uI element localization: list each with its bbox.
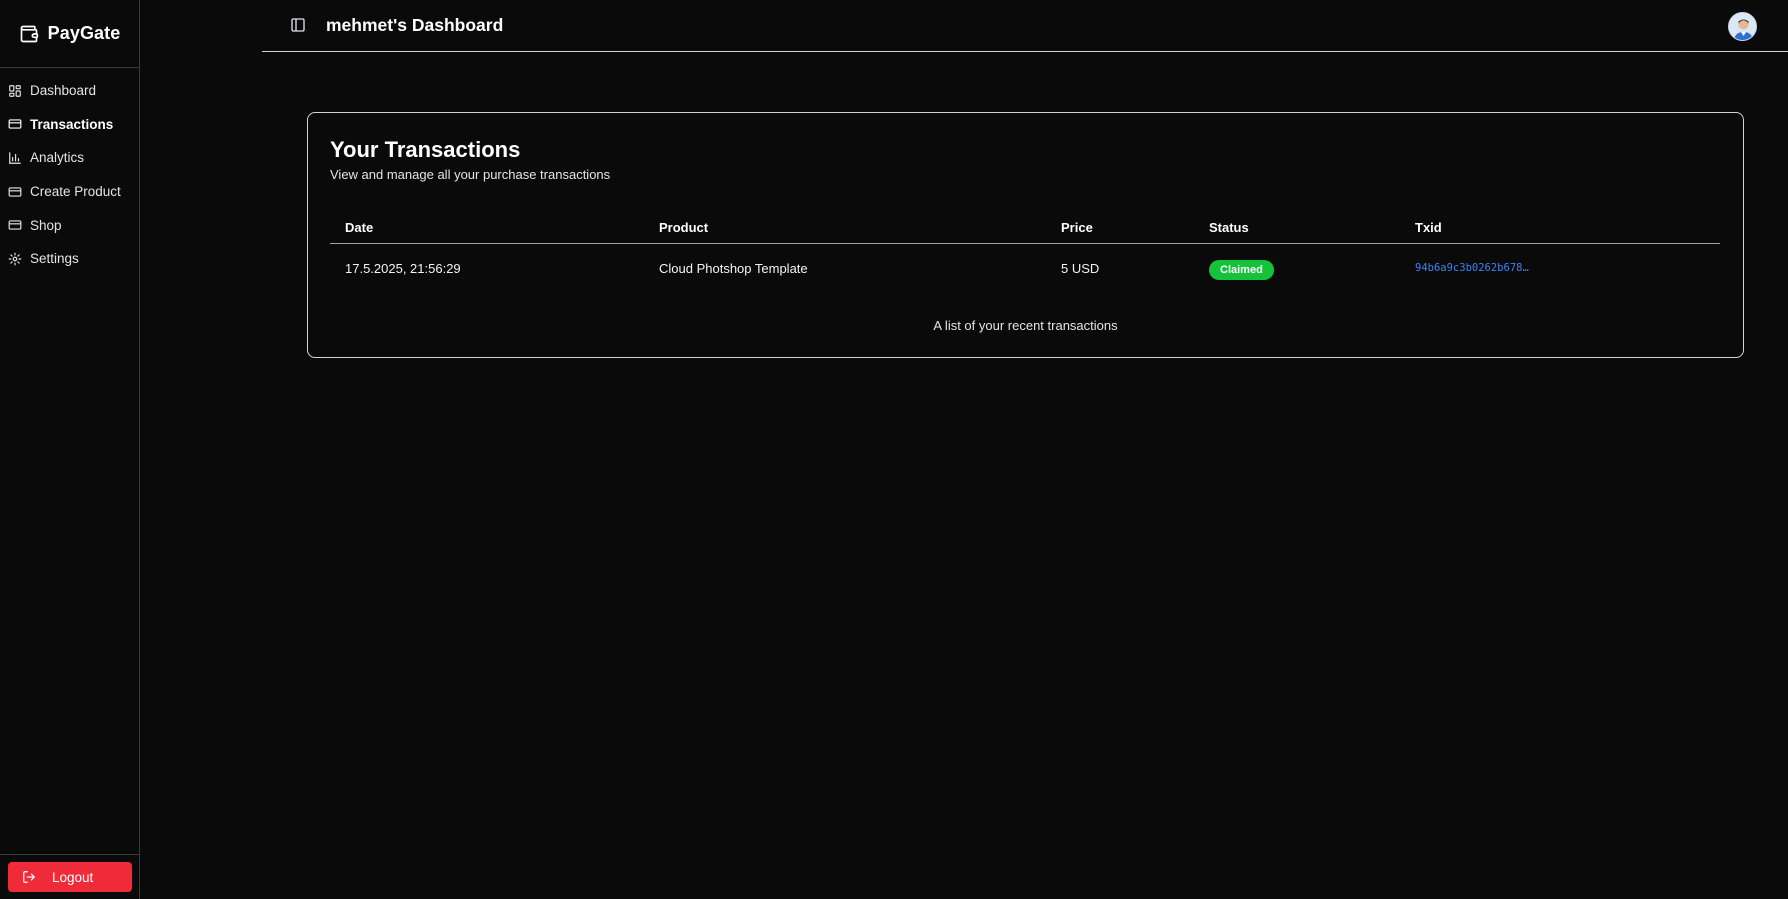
sidebar-item-label: Create Product	[30, 184, 121, 200]
column-header-date[interactable]: Date	[345, 220, 373, 235]
credit-card-icon	[8, 185, 22, 199]
column-header-txid[interactable]: Txid	[1415, 220, 1442, 235]
column-header-product[interactable]: Product	[659, 220, 708, 235]
gear-icon	[8, 252, 22, 266]
sidebar-item-shop[interactable]: Shop	[0, 208, 139, 242]
sidebar-item-transactions[interactable]: Transactions	[0, 108, 139, 142]
card-title: Your Transactions	[330, 137, 521, 162]
app-root: PayGate Dashboard Transactions Analytics	[0, 0, 1788, 899]
wallet-icon	[19, 24, 39, 44]
brand[interactable]: PayGate	[0, 0, 139, 68]
sidebar-item-label: Shop	[30, 217, 62, 233]
sidebar-item-label: Analytics	[30, 150, 85, 166]
table-caption: A list of your recent transactions	[933, 318, 1118, 333]
credit-card-icon	[8, 218, 22, 232]
brand-name: PayGate	[47, 23, 121, 43]
sidebar-footer: Logout	[0, 854, 139, 899]
sidebar: PayGate Dashboard Transactions Analytics	[0, 0, 140, 899]
column-header-status[interactable]: Status	[1209, 220, 1249, 235]
logout-label: Logout	[52, 869, 94, 885]
table-row[interactable]: 17.5.2025, 21:56:29 Cloud Photshop Templ…	[330, 244, 1720, 294]
sidebar-item-settings[interactable]: Settings	[0, 242, 139, 276]
page-title: mehmet's Dashboard	[326, 15, 504, 35]
card-subtitle: View and manage all your purchase transa…	[330, 167, 611, 182]
status-badge: Claimed	[1209, 260, 1274, 280]
sidebar-item-label: Dashboard	[30, 83, 97, 99]
sidebar-item-label: Settings	[30, 251, 79, 267]
sidebar-item-label: Transactions	[30, 116, 114, 132]
sidebar-item-create-product[interactable]: Create Product	[0, 175, 139, 209]
column-header-price[interactable]: Price	[1061, 220, 1093, 235]
cell-product: Cloud Photshop Template	[659, 261, 808, 276]
user-avatar[interactable]	[1728, 12, 1757, 41]
top-header: mehmet's Dashboard	[262, 0, 1788, 52]
logout-icon	[22, 870, 36, 884]
txid-link[interactable]: 94b6a9c3b0262b678…	[1415, 262, 1529, 274]
cell-price: 5 USD	[1061, 261, 1100, 276]
sidebar-item-analytics[interactable]: Analytics	[0, 141, 139, 175]
transactions-card: Your Transactions View and manage all yo…	[307, 112, 1744, 358]
cell-date: 17.5.2025, 21:56:29	[345, 261, 461, 276]
panel-left-icon[interactable]	[290, 17, 306, 33]
credit-card-icon	[8, 117, 22, 131]
sidebar-nav: Dashboard Transactions Analytics Create …	[0, 68, 139, 276]
layout-grid-icon	[8, 84, 22, 98]
transactions-table: Date Product Price Status Txid 17.5.2025…	[330, 209, 1720, 294]
table-header: Date Product Price Status Txid	[330, 209, 1720, 244]
bar-chart-icon	[8, 151, 22, 165]
sidebar-item-dashboard[interactable]: Dashboard	[0, 74, 139, 108]
logout-button[interactable]: Logout	[8, 862, 132, 892]
